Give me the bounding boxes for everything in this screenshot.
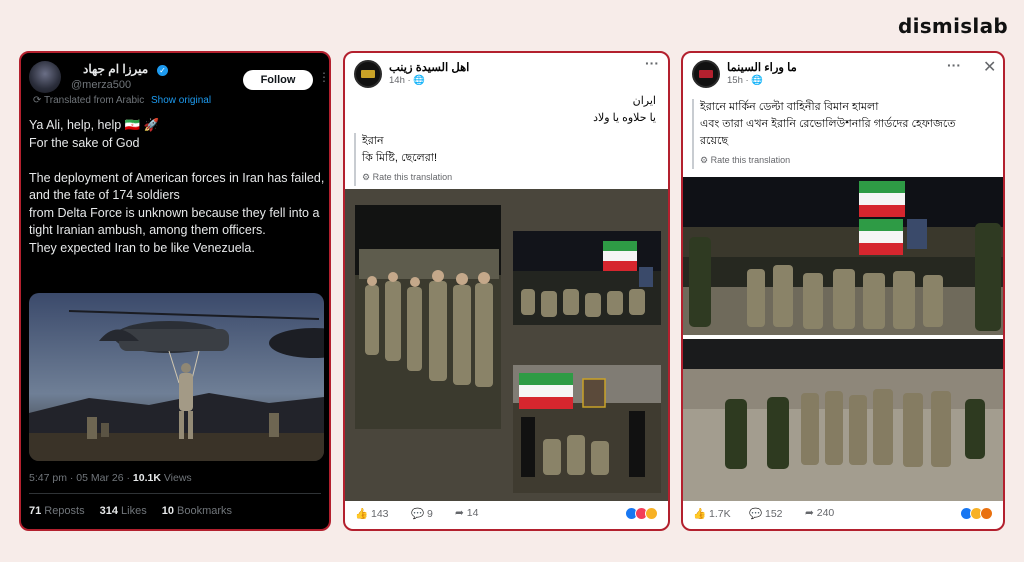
helicopter-photo (29, 293, 324, 461)
angry-reaction-icon (980, 507, 993, 520)
translate-icon: ⟳ (33, 95, 42, 106)
x-post-header: ميرزا ام جهاد ✓ @merza500 Follow ⋮ (29, 61, 329, 95)
post-time[interactable]: 14h · 🌐 (389, 75, 425, 86)
soldiers-photo-stack (683, 177, 1003, 501)
share-button[interactable]: ➦ 240 (805, 507, 834, 519)
share-icon: ➦ (455, 507, 464, 519)
verified-badge-icon: ✓ (157, 65, 168, 76)
post-meta: 5:47 pm · 05 Mar 26 · 10.1K Views (29, 472, 192, 484)
follow-button[interactable]: Follow (243, 70, 313, 90)
bookmarks-stat[interactable]: 10 Bookmarks (162, 505, 232, 517)
engagement-stats: 71 Reposts 314 Likes 10 Bookmarks (29, 505, 244, 517)
page-name[interactable]: اهل السيدة زينب (389, 60, 469, 74)
share-button[interactable]: ➦ 14 (455, 507, 478, 519)
translation-note: ⟳ Translated from Arabic Show original (33, 95, 212, 106)
translated-text: ইরানে মার্কিন ডেল্টা বাহিনীর বিমান হামলা… (700, 101, 956, 147)
thumbs-up-icon: 👍 (355, 508, 369, 520)
views-label: Views (163, 472, 192, 484)
avatar[interactable] (29, 61, 61, 93)
post-actions: 👍 1.7K 💬 152 ➦ 240 (683, 499, 1003, 529)
comment-button[interactable]: 💬 9 (411, 507, 433, 520)
translation-box: ইরানে মার্কিন ডেল্টা বাহিনীর বিমান হামলা… (692, 99, 992, 169)
gear-icon: ⚙ (700, 155, 709, 165)
more-options-icon[interactable]: ⋮ (318, 70, 329, 84)
post-time[interactable]: 15h · 🌐 (727, 75, 763, 86)
facebook-post-card-2: ما وراء السينما 15h · 🌐 ··· ✕ ইরানে মার্… (681, 51, 1005, 531)
more-options-icon[interactable]: ··· (645, 55, 659, 71)
dismislab-logo: dismislab (897, 14, 1008, 38)
rate-translation-link[interactable]: ⚙ Rate this translation (700, 152, 992, 169)
page-name[interactable]: ما وراء السينما (727, 60, 797, 74)
thumbs-up-icon: 👍 (693, 508, 707, 520)
comment-icon: 💬 (749, 508, 763, 520)
x-post-card: ميرزا ام جهاد ✓ @merza500 Follow ⋮ ⟳ Tra… (19, 51, 331, 531)
page-avatar[interactable] (354, 60, 382, 88)
views-count: 10.1K (132, 472, 161, 484)
comment-icon: 💬 (411, 508, 425, 520)
post-image[interactable] (29, 293, 324, 461)
display-name[interactable]: ميرزا ام جهاد (83, 62, 148, 76)
post-image-stack[interactable] (683, 177, 1003, 501)
haha-reaction-icon (645, 507, 658, 520)
reaction-icons[interactable] (960, 507, 993, 520)
rate-translation-link[interactable]: ⚙ Rate this translation (362, 169, 452, 186)
translated-text: ইরান কি মিষ্টি, ছেলেরা! (362, 135, 438, 164)
gear-icon: ⚙ (362, 172, 371, 182)
facebook-post-card-1: اهل السيدة زينب 14h · 🌐 ··· ايران يا حلا… (343, 51, 670, 531)
close-icon[interactable]: ✕ (983, 57, 996, 77)
globe-icon: 🌐 (751, 75, 764, 86)
post-text: Ya Ali, help, help 🇮🇷 🚀 For the sake of … (29, 118, 325, 255)
more-options-icon[interactable]: ··· (947, 57, 961, 73)
translation-box: ইরান কি মিষ্টি, ছেলেরা! ⚙ Rate this tran… (354, 133, 452, 186)
original-text: ايران يا حلاوه يا ولاد (593, 95, 656, 124)
reposts-stat[interactable]: 71 Reposts (29, 505, 85, 517)
post-timestamp[interactable]: 5:47 pm · 05 Mar 26 · (29, 472, 130, 484)
page-avatar[interactable] (692, 60, 720, 88)
reaction-icons[interactable] (625, 507, 658, 520)
show-original-link[interactable]: Show original (151, 95, 211, 106)
post-actions: 👍 143 💬 9 ➦ 14 (345, 499, 668, 529)
share-icon: ➦ (805, 507, 814, 519)
post-image-collage[interactable] (345, 189, 668, 501)
likes-stat[interactable]: 314 Likes (100, 505, 147, 517)
like-button[interactable]: 👍 1.7K (693, 507, 731, 520)
soldiers-photo-collage (345, 189, 668, 501)
globe-icon: 🌐 (413, 75, 426, 86)
like-button[interactable]: 👍 143 (355, 507, 389, 520)
comment-button[interactable]: 💬 152 (749, 507, 783, 520)
user-handle[interactable]: @merza500 (71, 79, 131, 91)
divider (29, 493, 321, 494)
